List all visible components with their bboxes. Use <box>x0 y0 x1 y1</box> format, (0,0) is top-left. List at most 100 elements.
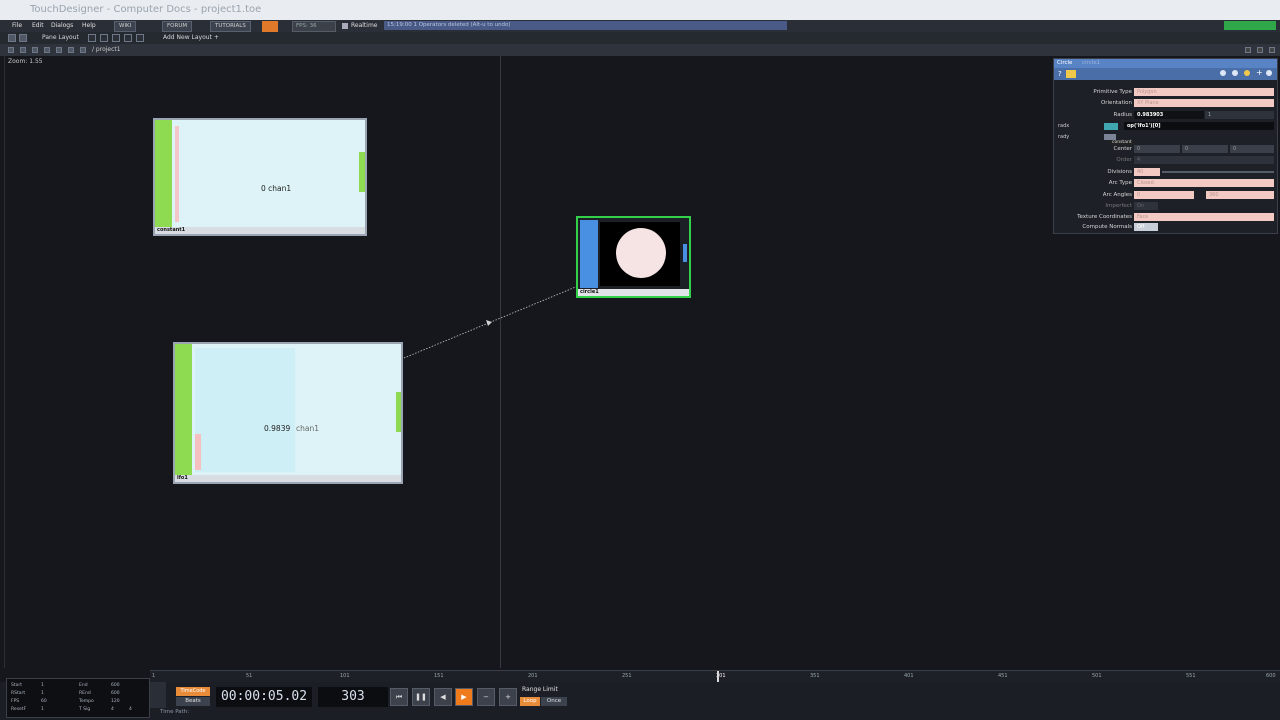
refresh-icon[interactable] <box>1232 70 1238 76</box>
param-radx-expression[interactable]: op('lfo1')[0] <box>1124 122 1274 130</box>
add-param-icon[interactable]: + <box>1256 68 1263 77</box>
param-texture-coordinates[interactable]: Face <box>1134 213 1274 221</box>
param-center-y[interactable]: 0 <box>1182 145 1228 153</box>
param-compute-normals[interactable]: Off <box>1134 223 1158 231</box>
param-arc-angle-start[interactable]: 0 <box>1134 191 1194 199</box>
loop-button[interactable]: Loop <box>520 697 540 706</box>
play-button[interactable]: ▶ <box>455 688 473 706</box>
step-back-button[interactable]: ◀ <box>434 688 452 706</box>
resetf-value[interactable]: 1 <box>41 707 44 712</box>
circle1-viewer <box>600 222 680 286</box>
playhead[interactable] <box>717 671 719 682</box>
param-radius-x[interactable]: 0.983903 <box>1134 111 1204 119</box>
circle1-label[interactable]: circle1 <box>578 289 689 296</box>
rewind-button[interactable]: ⏮ <box>390 688 408 706</box>
frame-display[interactable]: 303 <box>318 687 388 707</box>
help-icon[interactable]: ? <box>1058 70 1062 78</box>
param-imperfect[interactable]: On <box>1134 202 1158 210</box>
constant1-channel-value: 0 chan1 <box>261 184 292 193</box>
param-label-center: Center <box>1113 146 1132 152</box>
param-arc-type[interactable]: Closed <box>1134 179 1274 187</box>
param-orientation[interactable]: XY Plane <box>1134 99 1274 107</box>
param-label-primitive-type: Primitive Type <box>1093 89 1132 95</box>
link-icon[interactable] <box>1220 70 1226 76</box>
timeline-tick: 451 <box>998 673 1008 679</box>
once-button[interactable]: Once <box>541 697 567 706</box>
connector-arrow <box>486 320 492 326</box>
param-label-order: Order <box>1116 157 1132 163</box>
circle1-input-strip <box>580 220 598 288</box>
time-path-label: Time Path: <box>160 709 190 715</box>
param-order[interactable]: 4 <box>1134 156 1274 164</box>
expression-mode-icon[interactable] <box>1104 123 1118 130</box>
tsig-denominator[interactable]: 4 <box>129 707 132 712</box>
tsig-numerator[interactable]: 4 <box>111 707 114 712</box>
lfo1-channel-bar <box>195 434 201 470</box>
lfo1-value: 0.9839 <box>264 424 291 433</box>
tempo-value[interactable]: 120 <box>111 699 120 704</box>
range-limit-label: Range Limit <box>522 686 558 693</box>
lfo1-node[interactable]: 0.9839 chan1 lfo1 <box>173 342 403 484</box>
param-arc-angle-end[interactable]: 360 <box>1206 191 1274 199</box>
timeline-tick: 551 <box>1186 673 1196 679</box>
rstart-value[interactable]: 1 <box>41 691 44 696</box>
constant1-label[interactable]: constant1 <box>155 227 365 234</box>
param-label-radius: Radius <box>1113 112 1132 118</box>
end-value[interactable]: 600 <box>111 683 120 688</box>
beats-mode-button[interactable]: Beats <box>176 697 210 706</box>
params-header: Circle circle1 <box>1054 59 1277 68</box>
timeline-tick: 251 <box>622 673 632 679</box>
param-radius-y[interactable]: 1 <box>1205 111 1274 119</box>
param-label-imperfect: Imperfect <box>1105 203 1132 209</box>
decrement-button[interactable]: − <box>477 688 495 706</box>
rend-value[interactable]: 600 <box>111 691 120 696</box>
param-label-compute-normals: Compute Normals <box>1082 224 1132 230</box>
constant1-input-strip <box>155 120 172 228</box>
timeline-tick: 51 <box>246 673 253 679</box>
circle1-node[interactable]: circle1 <box>576 216 691 298</box>
lfo1-label[interactable]: lfo1 <box>175 475 401 482</box>
timeline-tick: 101 <box>340 673 350 679</box>
params-op-type: Circle <box>1057 60 1073 66</box>
timeline-tick: 201 <box>528 673 538 679</box>
param-divisions[interactable]: 40 <box>1134 168 1160 176</box>
pause-button[interactable]: ❚❚ <box>412 688 430 706</box>
params-toolbar: ? + <box>1054 68 1277 80</box>
timeline-ruler[interactable]: 1 51 101 151 201 251 301 351 401 451 501… <box>150 670 1280 682</box>
timeline-tick: 401 <box>904 673 914 679</box>
circle1-output-strip[interactable] <box>683 244 687 262</box>
divisions-slider[interactable] <box>1162 171 1274 173</box>
timeline-tick: 1 <box>152 673 156 679</box>
timeline-collapse-button[interactable] <box>150 682 166 708</box>
constant1-channel-bar <box>175 126 179 222</box>
timeline-tick: 600 <box>1266 673 1276 679</box>
param-primitive-type[interactable]: Polygon <box>1134 88 1274 96</box>
timecode-mode-button[interactable]: TimeCode <box>176 687 210 696</box>
timeline-tick: 151 <box>434 673 444 679</box>
constant1-node[interactable]: 0 chan1 constant1 <box>153 118 367 236</box>
param-center-z[interactable]: 0 <box>1230 145 1274 153</box>
time-settings-box: Start 1 End 600 RStart 1 REnd 600 FPS 60… <box>6 678 150 718</box>
timeline-tick: 501 <box>1092 673 1102 679</box>
param-label-orientation: Orientation <box>1100 100 1132 106</box>
param-center-x[interactable]: 0 <box>1134 145 1180 153</box>
info-icon[interactable] <box>1266 70 1272 76</box>
param-label-texture-coordinates: Texture Coordinates <box>1077 214 1132 220</box>
start-value[interactable]: 1 <box>41 683 44 688</box>
bookmark-icon[interactable] <box>1244 70 1250 76</box>
increment-button[interactable]: + <box>499 688 517 706</box>
lfo1-output-strip[interactable] <box>396 392 401 432</box>
param-label-rady: rady <box>1058 134 1070 140</box>
fps-value[interactable]: 60 <box>41 699 47 704</box>
timecode-display[interactable]: 00:00:05.02 <box>216 687 312 707</box>
parameter-panel: Circle circle1 ? + Primitive Type Polygo… <box>1053 58 1278 234</box>
param-label-arc-type: Arc Type <box>1108 180 1132 186</box>
param-label-radx: radx <box>1058 123 1070 129</box>
circle-preview <box>616 228 666 278</box>
lfo1-input-strip <box>175 344 192 476</box>
lfo1-channel-name: chan1 <box>296 424 319 433</box>
timeline-tick: 351 <box>810 673 820 679</box>
constant1-output-strip[interactable] <box>359 152 365 192</box>
tag-icon[interactable] <box>1066 70 1076 78</box>
params-op-name[interactable]: circle1 <box>1082 60 1100 66</box>
